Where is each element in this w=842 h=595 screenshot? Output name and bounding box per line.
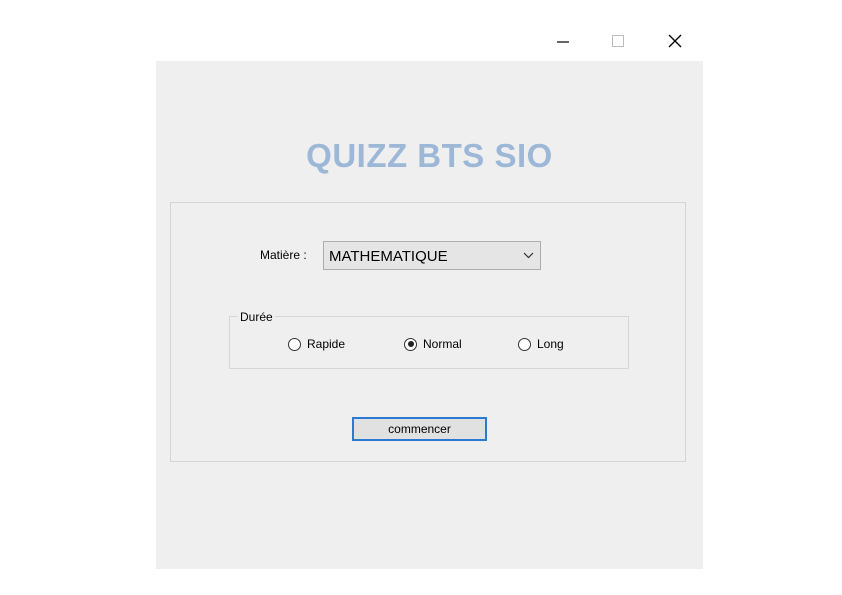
radio-circle-icon — [518, 337, 531, 351]
commencer-button[interactable]: commencer — [352, 417, 487, 441]
maximize-icon — [612, 35, 624, 47]
matiere-label: Matière : — [260, 248, 307, 262]
window-client-area: QUIZZ BTS SIO Matière : MATHEMATIQUE Dur… — [156, 61, 703, 569]
app-title: QUIZZ BTS SIO — [306, 137, 553, 174]
radio-normal[interactable]: Normal — [404, 336, 462, 352]
radio-checked-icon — [404, 337, 417, 351]
radio-label: Long — [537, 337, 564, 351]
matiere-selected-value: MATHEMATIQUE — [329, 248, 448, 265]
matiere-dropdown[interactable]: MATHEMATIQUE — [323, 241, 541, 270]
radio-label: Rapide — [307, 337, 346, 351]
duree-legend: Durée — [238, 310, 275, 324]
radio-circle-icon — [288, 337, 301, 351]
radio-rapide[interactable]: Rapide — [288, 336, 345, 352]
radio-label: Normal — [423, 337, 462, 351]
titlebar-maximize-button[interactable] — [600, 26, 636, 56]
close-icon — [668, 34, 682, 48]
titlebar-close-button[interactable] — [657, 26, 693, 56]
radio-long[interactable]: Long — [518, 336, 564, 352]
titlebar-minimize-button[interactable] — [545, 26, 581, 56]
minimize-icon — [557, 41, 569, 43]
chevron-down-icon — [523, 252, 534, 259]
